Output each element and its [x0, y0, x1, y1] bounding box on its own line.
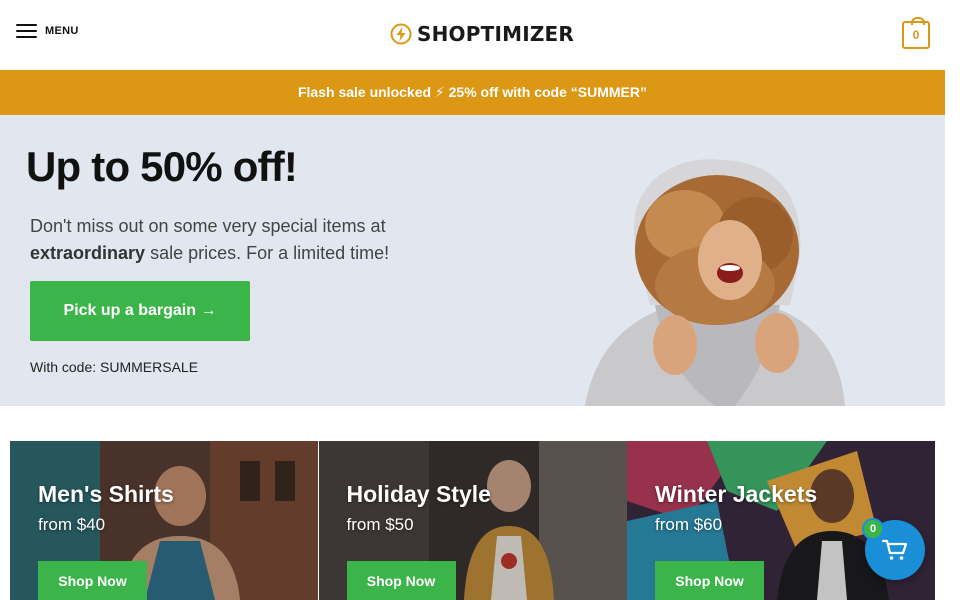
- category-card-mens-shirts[interactable]: Men's Shirts from $40 Shop Now: [10, 441, 318, 600]
- menu-button[interactable]: MENU: [16, 24, 79, 38]
- cart-count: 0: [912, 28, 920, 42]
- hero-description: Don't miss out on some very special item…: [30, 216, 390, 263]
- hamburger-icon: [16, 24, 37, 38]
- flash-sale-bar: Flash sale unlocked ⚡ 25% off with code …: [0, 70, 945, 115]
- floating-cart-count: 0: [862, 518, 884, 540]
- site-header: MENU SHOPTIMIZER 0: [0, 0, 945, 70]
- category-title: Winter Jackets: [655, 481, 818, 507]
- menu-label: MENU: [45, 25, 79, 37]
- cart-icon: [882, 539, 908, 560]
- logo-text: SHOPTIMIZER: [417, 22, 574, 46]
- category-price: from $60: [655, 515, 723, 534]
- header-cart-button[interactable]: 0: [902, 17, 930, 49]
- category-price: from $40: [38, 515, 106, 534]
- hero-title: Up to 50% off!: [26, 143, 298, 190]
- shop-now-button[interactable]: Shop Now: [346, 561, 456, 600]
- flash-sale-text: Flash sale unlocked ⚡ 25% off with code …: [297, 84, 647, 100]
- hero-description-emphasis: extraordinary: [30, 243, 146, 263]
- shop-now-button[interactable]: Shop Now: [655, 561, 764, 600]
- category-cards: Men's Shirts from $40 Shop Now Holiday S…: [10, 441, 935, 600]
- hero-model-photo: [585, 159, 845, 406]
- hero-banner: Up to 50% off! Don't miss out on some ve…: [0, 115, 945, 406]
- category-title: Holiday Style: [346, 481, 491, 507]
- lightning-bolt-icon: [390, 23, 412, 45]
- promo-code-text: With code: SUMMERSALE: [30, 359, 199, 375]
- shop-now-button[interactable]: Shop Now: [38, 561, 147, 600]
- site-logo[interactable]: SHOPTIMIZER: [390, 22, 574, 46]
- pick-up-bargain-button[interactable]: Pick up a bargain →: [30, 281, 250, 341]
- category-title: Men's Shirts: [38, 481, 174, 507]
- category-price: from $50: [346, 515, 414, 534]
- category-card-holiday-style[interactable]: Holiday Style from $50 Shop Now: [318, 441, 627, 600]
